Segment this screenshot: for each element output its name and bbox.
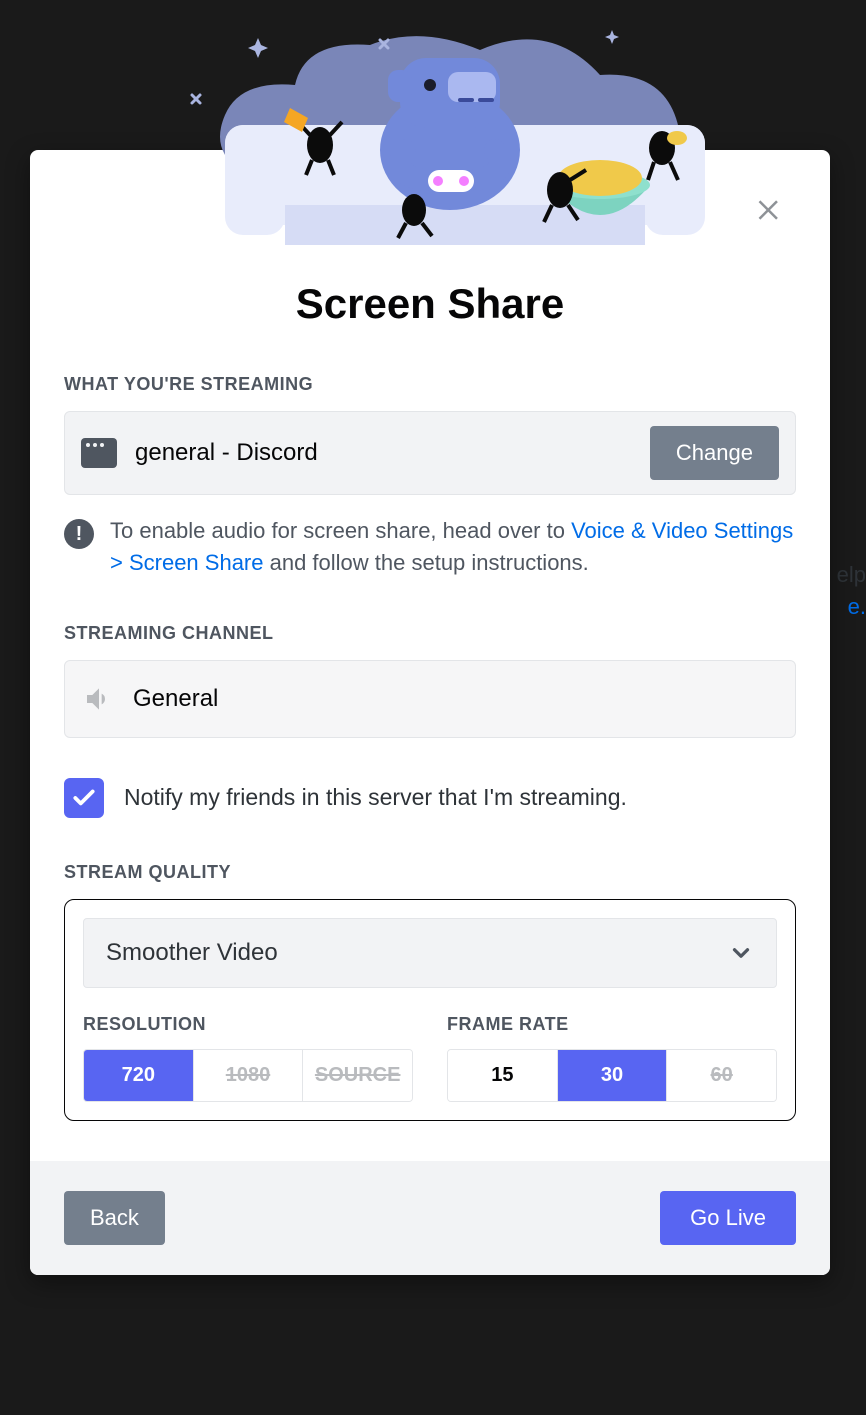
resolution-option-source[interactable]: SOURCE [303,1050,412,1101]
notify-friends-label: Notify my friends in this server that I'… [124,784,627,811]
framerate-option-15[interactable]: 15 [448,1050,558,1101]
checkmark-icon [71,785,97,811]
resolution-segmented: 720 1080 SOURCE [83,1049,413,1102]
back-button[interactable]: Back [64,1191,165,1245]
exclamation-icon: ! [64,519,94,549]
quality-preset-value: Smoother Video [106,939,278,967]
background-text: e. [848,594,866,620]
channel-name: General [133,685,218,713]
streaming-section-label: WHAT YOU'RE STREAMING [64,374,796,395]
close-button[interactable] [750,190,790,230]
resolution-option-720[interactable]: 720 [84,1050,194,1101]
streaming-source-name: general - Discord [135,439,632,467]
framerate-option-30[interactable]: 30 [558,1050,668,1101]
resolution-label: RESOLUTION [83,1014,413,1035]
screen-share-modal: Screen Share WHAT YOU'RE STREAMING gener… [30,150,830,1275]
framerate-label: FRAME RATE [447,1014,777,1035]
modal-footer: Back Go Live [30,1161,830,1275]
stream-quality-panel: Smoother Video RESOLUTION 720 1080 SOURC… [64,899,796,1121]
framerate-option-60[interactable]: 60 [667,1050,776,1101]
info-text-pre: To enable audio for screen share, head o… [110,518,571,543]
notify-friends-checkbox[interactable] [64,778,104,818]
modal-title: Screen Share [64,280,796,328]
streaming-source-box: general - Discord Change [64,411,796,495]
quality-preset-select[interactable]: Smoother Video [83,918,777,988]
close-icon [755,195,785,225]
notify-friends-row: Notify my friends in this server that I'… [64,778,796,818]
audio-info-text: To enable audio for screen share, head o… [110,515,796,579]
background-text: elp [837,562,866,588]
info-text-post: and follow the setup instructions. [263,550,588,575]
go-live-button[interactable]: Go Live [660,1191,796,1245]
application-window-icon [81,438,117,468]
chevron-down-icon [728,940,754,966]
audio-info-row: ! To enable audio for screen share, head… [64,515,796,579]
quality-section-label: STREAM QUALITY [64,862,796,883]
streaming-channel-select[interactable]: General [64,660,796,738]
framerate-segmented: 15 30 60 [447,1049,777,1102]
channel-section-label: STREAMING CHANNEL [64,623,796,644]
speaker-icon [83,683,115,715]
change-source-button[interactable]: Change [650,426,779,480]
resolution-option-1080[interactable]: 1080 [194,1050,304,1101]
